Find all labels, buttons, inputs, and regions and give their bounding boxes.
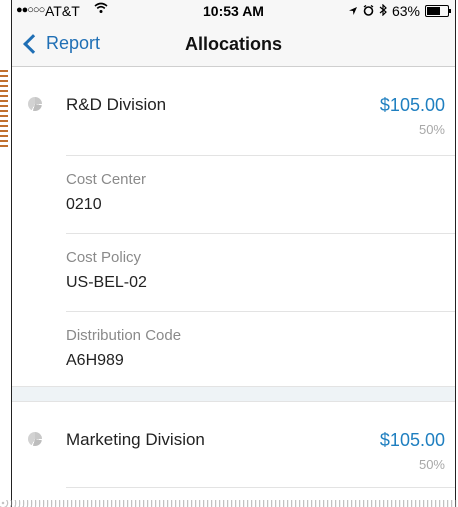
page-title: Allocations [184,34,282,54]
bottom-edge-decoration [0,500,458,507]
field-distribution-code: Distribution Code A6H989 [66,311,455,390]
allocation-amount: $105.00 [379,95,445,115]
battery-icon [425,5,451,17]
allocation-percent: 50% [418,122,445,137]
division-name: Marketing Division [66,430,205,449]
status-right: 63% [348,3,451,19]
field-cost-center: Cost Center 0210 [66,155,455,234]
pie-chart-icon [28,432,42,446]
field-label: Cost Policy [66,249,142,266]
field-label: Cost Center [66,171,147,188]
alarm-icon [363,3,374,19]
status-bar: ●●○○○ AT&T 10:53 AM 63% [12,0,455,22]
navigation-bar: Report Allocations [12,22,455,67]
row-divider [66,487,455,488]
section-separator [12,386,455,402]
allocation-percent: 50% [418,457,445,472]
phone-screen: ●●○○○ AT&T 10:53 AM 63% Report Allocatio… [11,0,456,507]
battery-percent: 63% [391,3,420,19]
field-value: 0210 [66,196,102,213]
allocations-list: R&D Division $105.00 50% Cost Center 021… [12,67,455,507]
allocation-amount: $105.00 [379,430,445,450]
allocation-row[interactable]: R&D Division $105.00 50% [12,67,455,155]
field-cost-policy: Cost Policy US-BEL-02 [66,233,455,312]
location-icon [348,3,358,19]
battery-fill [427,7,440,15]
field-label: Distribution Code [66,327,182,344]
bluetooth-icon [379,3,387,19]
division-name: R&D Division [66,95,167,114]
field-value: A6H989 [66,352,124,369]
pie-chart-icon [28,97,42,111]
edge-decoration [0,70,8,148]
field-value: US-BEL-02 [66,274,147,291]
allocation-row[interactable]: Marketing Division $105.00 50% [12,402,455,490]
